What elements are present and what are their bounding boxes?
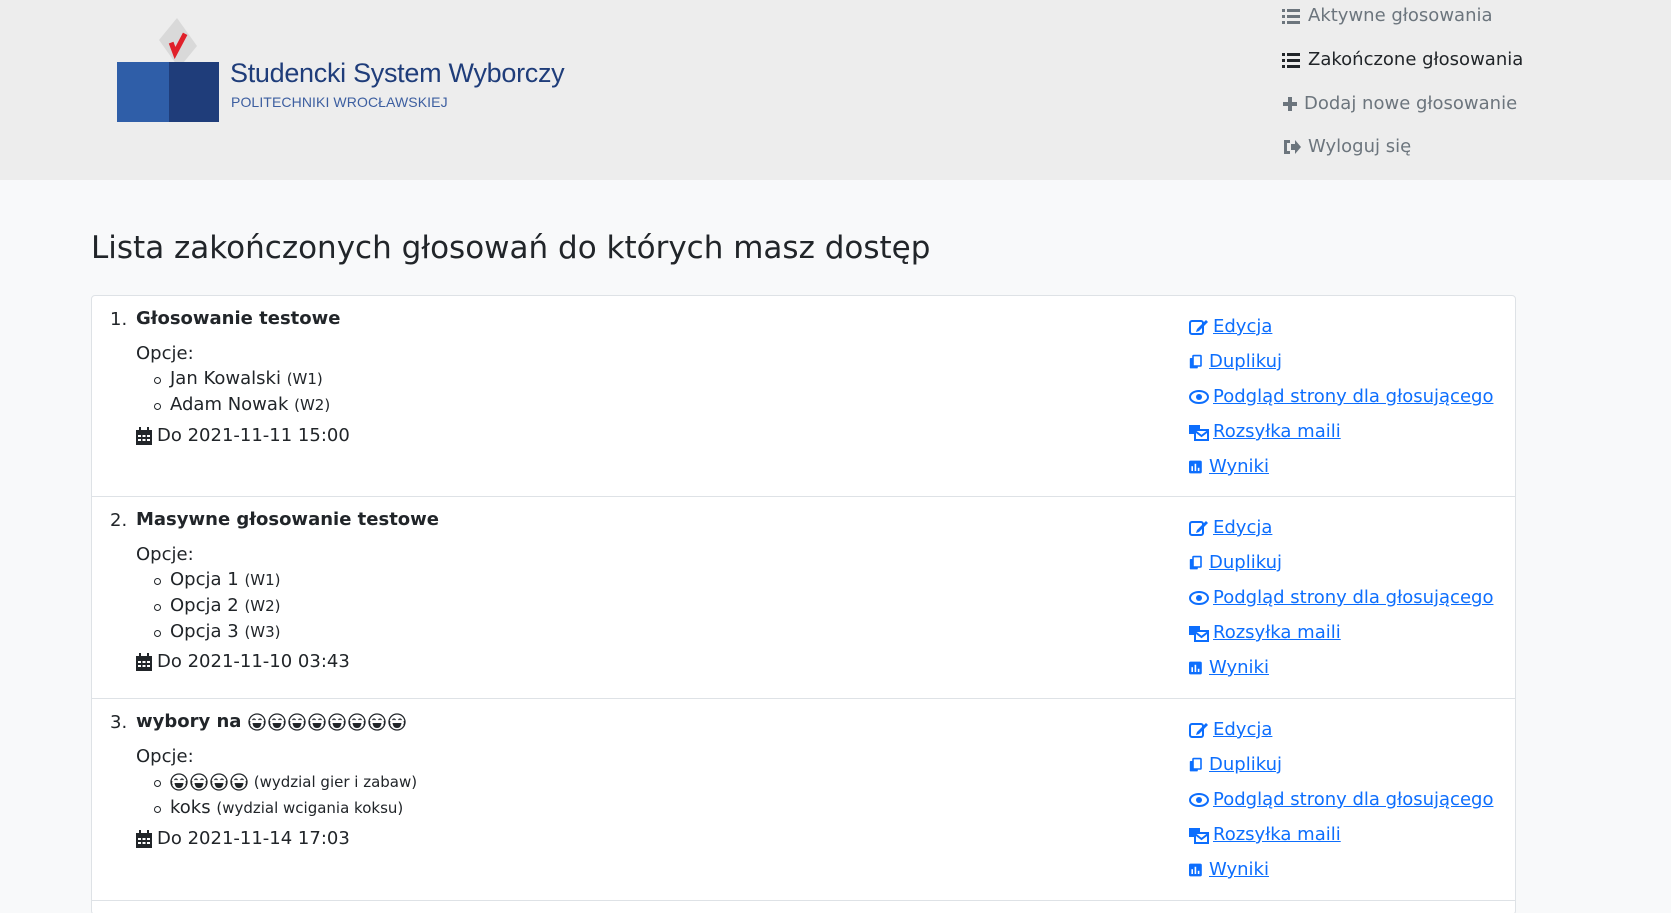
edit-link[interactable]: Edycja [1189, 517, 1272, 538]
option-item: koks (wydzial wcigania koksu) [153, 797, 417, 823]
chart-bar-icon [1189, 863, 1202, 876]
option-item: Opcja 2 (W2) [154, 595, 281, 621]
chart-bar-icon [1189, 460, 1202, 473]
voting-item: 3. wybory na Opcje: (wydzial gier i zaba… [92, 699, 1515, 901]
list-icon [1282, 7, 1302, 25]
laughing-face-icon [388, 713, 406, 731]
options-list: Jan Kowalski (W1) Adam Nowak (W2) [153, 368, 330, 420]
laughing-face-icon [230, 773, 248, 791]
plus-icon [1282, 95, 1298, 113]
copy-icon [1189, 354, 1202, 368]
eye-icon [1189, 590, 1209, 605]
deadline: Do 2021-11-14 17:03 [136, 828, 350, 849]
copy-icon [1189, 757, 1202, 771]
laughing-face-icon [348, 713, 366, 731]
nav-add-voting[interactable]: Dodaj nowe głosowanie [1282, 93, 1517, 114]
option-item: Opcja 1 (W1) [154, 569, 281, 595]
nav-label: Zakończone głosowania [1308, 49, 1524, 70]
preview-link[interactable]: Podgląd strony dla głosującego [1189, 789, 1493, 810]
edit-icon [1189, 319, 1208, 335]
options-label: Opcje: [136, 746, 194, 767]
laughing-face-icon [288, 713, 306, 731]
page-title: Lista zakończonych głosowań do których m… [91, 230, 931, 266]
mail-bulk-icon [1189, 424, 1209, 441]
nav-label: Wyloguj się [1308, 136, 1412, 157]
results-link[interactable]: Wyniki [1189, 657, 1269, 678]
chart-bar-icon [1189, 661, 1202, 674]
deadline: Do 2021-11-11 15:00 [136, 425, 350, 446]
mail-bulk-icon [1189, 827, 1209, 844]
list-icon [1282, 51, 1302, 69]
results-link[interactable]: Wyniki [1189, 859, 1269, 880]
calendar-icon [136, 829, 152, 848]
laughing-face-icon [170, 773, 188, 791]
ballot-box-logo-icon [117, 18, 219, 122]
brand-title: Studencki System Wyborczy [230, 58, 565, 88]
laughing-face-icon [210, 773, 228, 791]
option-item: Adam Nowak (W2) [153, 394, 330, 420]
mail-bulk-icon [1189, 625, 1209, 642]
options-label: Opcje: [136, 343, 194, 364]
edit-icon [1189, 722, 1208, 738]
item-number: 3. [110, 712, 128, 733]
results-link[interactable]: Wyniki [1189, 456, 1269, 477]
eye-icon [1189, 389, 1209, 404]
sign-out-icon [1282, 138, 1302, 156]
item-number: 1. [110, 309, 128, 330]
item-number: 2. [110, 510, 128, 531]
laughing-face-icon [308, 713, 326, 731]
mail-link[interactable]: Rozsyłka maili [1189, 622, 1341, 643]
title-emojis [248, 713, 406, 731]
edit-icon [1189, 520, 1208, 536]
brand-subtitle: POLITECHNIKI WROCŁAWSKIEJ [231, 94, 448, 110]
duplicate-link[interactable]: Duplikuj [1189, 552, 1282, 573]
edit-link[interactable]: Edycja [1189, 719, 1272, 740]
preview-link[interactable]: Podgląd strony dla głosującego [1189, 587, 1493, 608]
nav-active-votings[interactable]: Aktywne głosowania [1282, 5, 1493, 26]
options-list: (wydzial gier i zabaw) koks (wydzial wci… [153, 771, 417, 823]
nav-logout[interactable]: Wyloguj się [1282, 136, 1411, 157]
preview-link[interactable]: Podgląd strony dla głosującego [1189, 386, 1493, 407]
copy-icon [1189, 555, 1202, 569]
voting-title: Głosowanie testowe [136, 308, 341, 329]
nav-label: Aktywne głosowania [1308, 5, 1493, 26]
eye-icon [1189, 792, 1209, 807]
voting-item: 2. Masywne głosowanie testowe Opcje: Opc… [92, 497, 1515, 699]
duplicate-link[interactable]: Duplikuj [1189, 351, 1282, 372]
laughing-face-icon [248, 713, 266, 731]
calendar-icon [136, 426, 152, 445]
voting-title: wybory na [136, 711, 406, 732]
voting-item: 1. Głosowanie testowe Opcje: Jan Kowalsk… [92, 296, 1515, 497]
votings-list: 1. Głosowanie testowe Opcje: Jan Kowalsk… [91, 295, 1516, 913]
mail-link[interactable]: Rozsyłka maili [1189, 421, 1341, 442]
deadline: Do 2021-11-10 03:43 [136, 651, 350, 672]
header: Studencki System Wyborczy POLITECHNIKI W… [0, 0, 1671, 180]
option-item: Opcja 3 (W3) [154, 621, 281, 647]
option-item: (wydzial gier i zabaw) [153, 771, 417, 797]
laughing-face-icon [368, 713, 386, 731]
duplicate-link[interactable]: Duplikuj [1189, 754, 1282, 775]
nav-label: Dodaj nowe głosowanie [1304, 93, 1518, 114]
calendar-icon [136, 652, 152, 671]
laughing-face-icon [268, 713, 286, 731]
laughing-face-icon [328, 713, 346, 731]
option-item: Jan Kowalski (W1) [153, 368, 330, 394]
voting-title: Masywne głosowanie testowe [136, 509, 440, 530]
logo[interactable]: Studencki System Wyborczy POLITECHNIKI W… [117, 18, 565, 122]
edit-link[interactable]: Edycja [1189, 316, 1272, 337]
nav-finished-votings[interactable]: Zakończone głosowania [1282, 49, 1523, 70]
laughing-face-icon [190, 773, 208, 791]
options-list: Opcja 1 (W1) Opcja 2 (W2) Opcja 3 (W3) [154, 569, 281, 647]
options-label: Opcje: [136, 544, 194, 565]
option-emojis [170, 773, 248, 791]
mail-link[interactable]: Rozsyłka maili [1189, 824, 1341, 845]
